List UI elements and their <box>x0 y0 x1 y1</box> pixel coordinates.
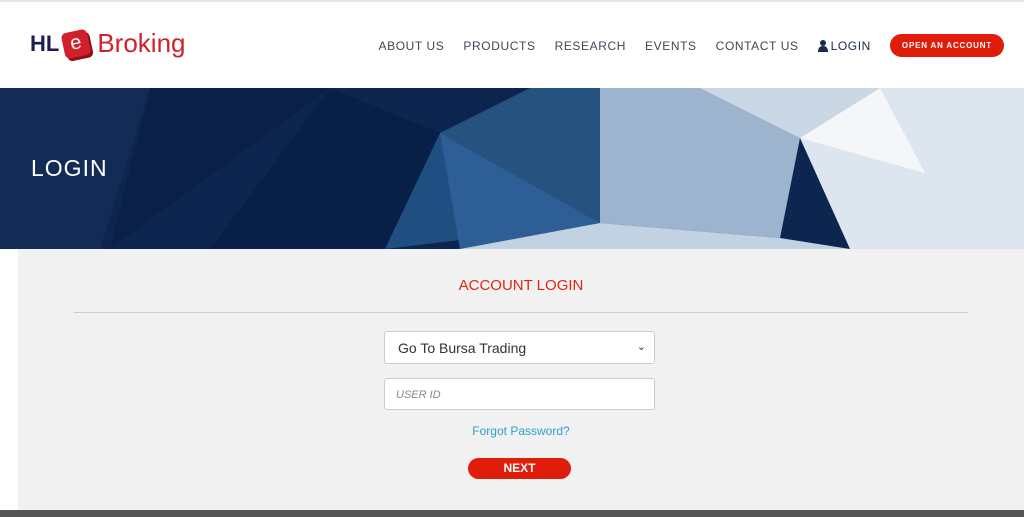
main-nav: ABOUT US PRODUCTS RESEARCH EVENTS CONTAC… <box>378 34 1004 57</box>
user-icon <box>817 39 828 52</box>
footer-bar <box>0 510 1024 517</box>
nav-products[interactable]: PRODUCTS <box>463 39 535 53</box>
hero-banner: LOGIN <box>0 88 1024 249</box>
chevron-down-icon: ⌄ <box>636 341 646 353</box>
divider <box>74 312 968 313</box>
next-button[interactable]: NEXT <box>468 458 571 479</box>
logo-e-icon: e <box>60 28 92 59</box>
platform-select[interactable]: Go To Bursa Trading ⌄ <box>384 331 655 364</box>
nav-research[interactable]: RESEARCH <box>555 39 626 53</box>
account-login-title: ACCOUNT LOGIN <box>458 277 584 294</box>
banner-title: LOGIN <box>31 155 108 181</box>
logo-hl: HL <box>30 30 60 56</box>
user-id-input[interactable]: USER ID <box>384 378 655 410</box>
forgot-password-link[interactable]: Forgot Password? <box>472 424 569 438</box>
logo[interactable]: HL e Broking <box>30 28 185 59</box>
platform-select-value: Go To Bursa Trading <box>398 340 527 356</box>
nav-about-us[interactable]: ABOUT US <box>378 39 444 53</box>
nav-login[interactable]: LOGIN <box>817 38 871 53</box>
login-panel: ACCOUNT LOGIN Go To Bursa Trading ⌄ USER… <box>18 249 1024 510</box>
nav-contact-us[interactable]: CONTACT US <box>716 39 799 53</box>
nav-events[interactable]: EVENTS <box>645 39 697 53</box>
login-label: LOGIN <box>830 38 871 53</box>
open-account-button[interactable]: OPEN AN ACCOUNT <box>889 34 1004 57</box>
banner-polygons <box>0 88 1024 249</box>
header: HL e Broking ABOUT US PRODUCTS RESEARCH … <box>0 2 1024 88</box>
logo-broking: Broking <box>97 28 186 58</box>
